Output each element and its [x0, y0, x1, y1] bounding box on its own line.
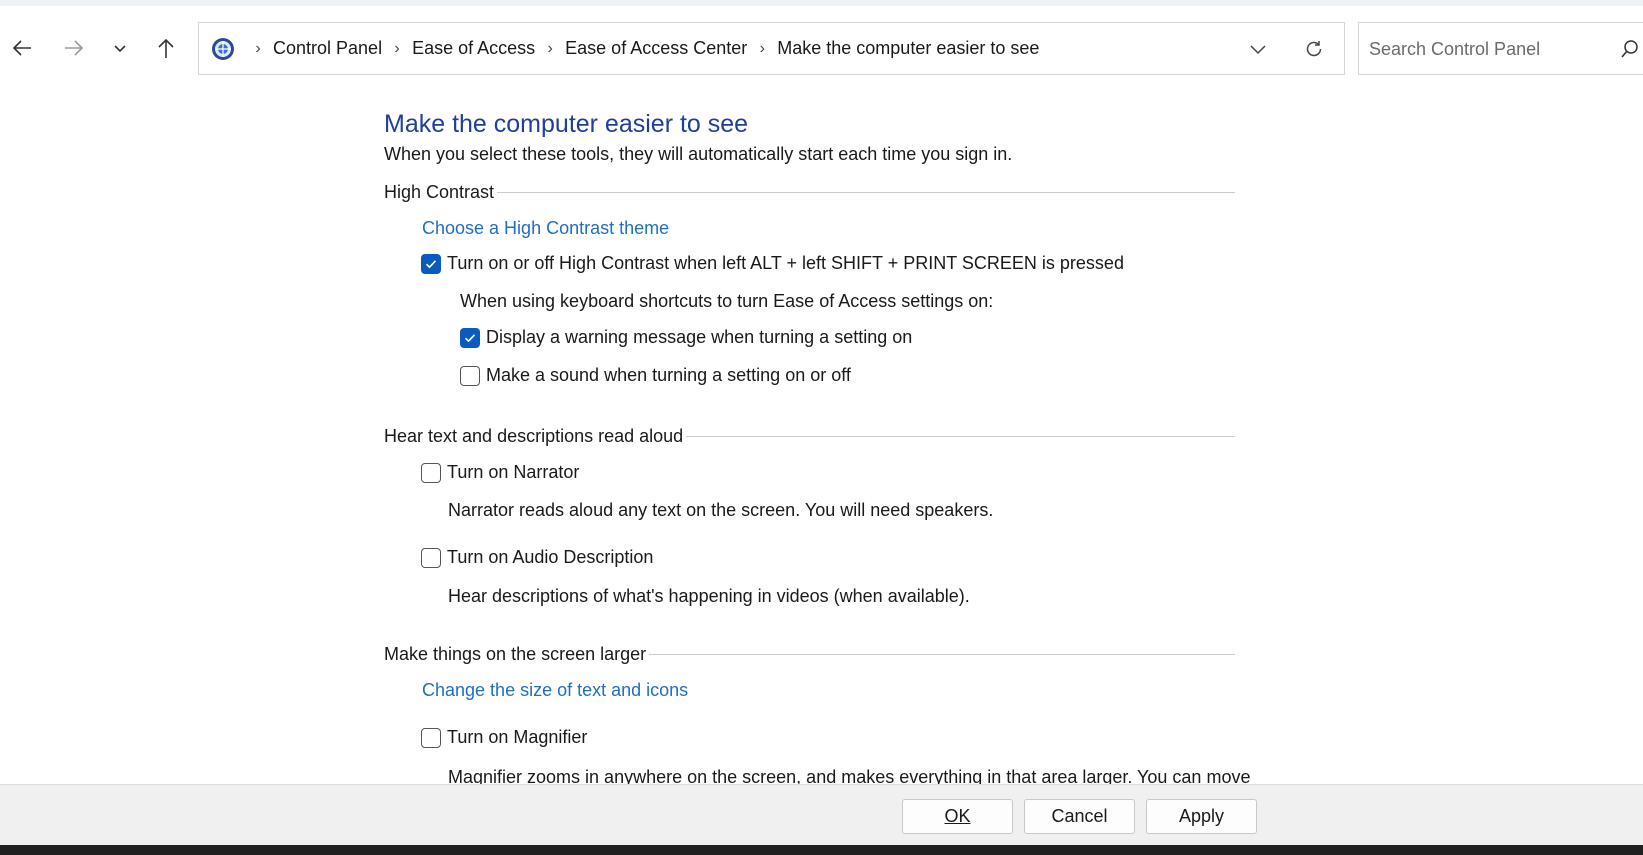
shortcut-intro-text: When using keyboard shortcuts to turn Ea… — [460, 291, 994, 311]
search-box[interactable] — [1358, 22, 1643, 75]
section-divider — [497, 192, 1235, 193]
breadcrumb: › Control Panel › Ease of Access › Ease … — [243, 23, 1039, 74]
chevron-down-icon — [114, 45, 126, 53]
address-dropdown-button[interactable] — [1242, 33, 1274, 65]
dialog-button-bar: OK Cancel Apply — [0, 784, 1643, 845]
breadcrumb-ease-of-access-center[interactable]: Ease of Access Center — [565, 38, 747, 59]
magnifier-description: Magnifier zooms in anywhere on the scree… — [448, 767, 1251, 784]
change-text-size-link[interactable]: Change the size of text and icons — [422, 680, 688, 701]
sound-option[interactable]: Make a sound when turning a setting on o… — [460, 365, 851, 386]
refresh-icon — [1306, 41, 1322, 57]
cancel-button-label: Cancel — [1051, 806, 1108, 826]
ok-button-label: OK — [944, 806, 971, 826]
section-divider — [686, 436, 1235, 437]
chevron-down-icon — [1250, 45, 1266, 55]
sound-label: Make a sound when turning a setting on o… — [486, 365, 851, 385]
forward-button[interactable] — [56, 30, 92, 66]
recent-locations-button[interactable] — [102, 30, 138, 66]
section-heading: Hear text and descriptions read aloud — [384, 426, 684, 446]
search-input[interactable] — [1369, 35, 1599, 63]
section-divider — [649, 654, 1235, 655]
arrow-right-icon — [65, 40, 84, 56]
cancel-button[interactable]: Cancel — [1024, 799, 1135, 834]
narrator-description: Narrator reads aloud any text on the scr… — [448, 500, 994, 520]
checkmark-icon — [425, 259, 437, 268]
audio-description-label: Turn on Audio Description — [447, 547, 654, 567]
arrow-left-icon — [12, 40, 31, 56]
audio-description-description: Hear descriptions of what's happening in… — [448, 586, 970, 606]
high-contrast-shortcut-label: Turn on or off High Contrast when left A… — [447, 253, 1124, 273]
address-bar[interactable]: › Control Panel › Ease of Access › Ease … — [198, 22, 1345, 75]
section-high-contrast: High Contrast — [384, 182, 1235, 203]
control-panel-window: › Control Panel › Ease of Access › Ease … — [0, 0, 1643, 855]
ok-button[interactable]: OK — [902, 799, 1013, 834]
narrator-label: Turn on Narrator — [447, 462, 580, 482]
arrow-up-icon — [158, 38, 174, 58]
magnifier-option[interactable]: Turn on Magnifier — [421, 727, 587, 748]
taskbar-edge — [0, 845, 1643, 855]
audio-description-option[interactable]: Turn on Audio Description — [421, 547, 653, 568]
page-title: Make the computer easier to see — [384, 110, 749, 138]
narrator-option[interactable]: Turn on Narrator — [421, 462, 579, 483]
warning-message-checkbox[interactable] — [460, 327, 480, 348]
breadcrumb-separator[interactable]: › — [382, 40, 412, 58]
section-heading: Make things on the screen larger — [384, 644, 647, 664]
navigation-bar: › Control Panel › Ease of Access › Ease … — [0, 6, 1643, 82]
warning-message-option[interactable]: Display a warning message when turning a… — [460, 327, 912, 348]
section-read-aloud: Hear text and descriptions read aloud — [384, 426, 1235, 447]
up-button[interactable] — [148, 30, 184, 66]
page-subtitle: When you select these tools, they will a… — [384, 144, 1013, 164]
breadcrumb-ease-of-access[interactable]: Ease of Access — [412, 38, 535, 59]
back-button[interactable] — [4, 30, 40, 66]
magnifier-checkbox[interactable] — [421, 727, 441, 748]
apply-button-label: Apply — [1178, 806, 1225, 826]
section-larger: Make things on the screen larger — [384, 644, 1235, 665]
control-panel-icon — [212, 38, 234, 60]
breadcrumb-separator[interactable]: › — [535, 40, 565, 58]
audio-description-checkbox[interactable] — [421, 547, 441, 568]
refresh-button[interactable] — [1298, 33, 1330, 65]
search-icon[interactable] — [1619, 38, 1641, 60]
magnifier-label: Turn on Magnifier — [447, 727, 588, 747]
warning-message-label: Display a warning message when turning a… — [486, 327, 913, 347]
main-content: Make the computer easier to see When you… — [0, 82, 1643, 784]
breadcrumb-separator: › — [255, 39, 261, 57]
narrator-checkbox[interactable] — [421, 462, 441, 483]
sound-checkbox[interactable] — [460, 365, 480, 386]
section-heading: High Contrast — [384, 182, 495, 202]
choose-high-contrast-theme-link[interactable]: Choose a High Contrast theme — [422, 218, 669, 239]
apply-button[interactable]: Apply — [1146, 799, 1257, 834]
breadcrumb-separator[interactable]: › — [747, 40, 777, 58]
high-contrast-shortcut-option[interactable]: Turn on or off High Contrast when left A… — [421, 253, 1124, 274]
breadcrumb-current-page[interactable]: Make the computer easier to see — [777, 38, 1039, 59]
breadcrumb-control-panel[interactable]: Control Panel — [273, 38, 382, 59]
high-contrast-shortcut-checkbox[interactable] — [421, 253, 441, 274]
checkmark-icon — [464, 333, 476, 342]
